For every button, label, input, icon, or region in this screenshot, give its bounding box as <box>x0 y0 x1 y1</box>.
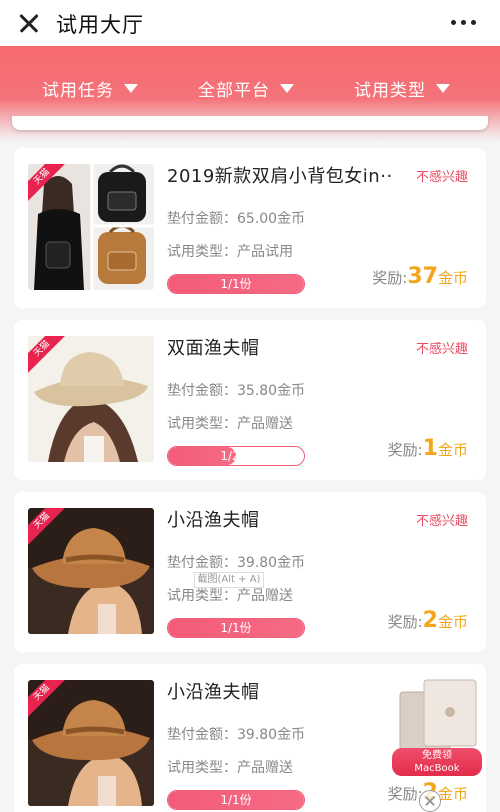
more-options-icon[interactable] <box>451 20 476 25</box>
page-title: 试用大厅 <box>56 13 144 37</box>
not-interested-link[interactable]: 不感兴趣 <box>416 166 468 185</box>
caret-down-icon <box>436 84 450 93</box>
product-title: 小沿渔夫帽 <box>167 682 260 703</box>
advance-amount: 垫付金额：39.80金币 <box>167 727 306 743</box>
trial-type: 试用类型：产品赠送 <box>167 760 293 776</box>
promo-close-icon[interactable] <box>419 790 441 812</box>
quota-progress-bar: 1/1份 <box>167 274 305 294</box>
product-image-bucket-hat: 天猫 <box>28 336 154 462</box>
filter-type-dropdown[interactable]: 试用类型 <box>354 76 450 101</box>
not-interested-link[interactable]: 不感兴趣 <box>416 338 468 357</box>
advance-amount: 垫付金额：39.80金币 <box>167 555 306 571</box>
filter-task-label: 试用任务 <box>42 81 114 101</box>
top-bar: 试用大厅 <box>0 0 500 46</box>
filter-task-dropdown[interactable]: 试用任务 <box>42 76 138 101</box>
product-card[interactable]: 天猫 2019新款双肩小背包女in·· 不感兴趣 垫付金额：65.00金币 试用… <box>14 148 486 308</box>
trial-type: 试用类型：产品试用 <box>167 244 293 260</box>
filter-type-label: 试用类型 <box>354 81 426 101</box>
product-title: 双面渔夫帽 <box>167 338 260 359</box>
quota-progress-bar: 1/2份 <box>167 446 305 466</box>
product-title: 2019新款双肩小背包女in·· <box>167 166 393 187</box>
free-macbook-promo-button[interactable]: 免费领 MacBook <box>392 748 482 776</box>
product-card[interactable]: 天猫 双面渔夫帽 不感兴趣 垫付金额：35.80金币 试用类型：产品赠送 1/2… <box>14 320 486 480</box>
advance-amount: 垫付金额：35.80金币 <box>167 383 306 399</box>
caret-down-icon <box>280 84 294 93</box>
reward: 奖励:37金币 <box>372 264 468 289</box>
trial-type: 试用类型：产品赠送 <box>167 588 293 604</box>
filter-panel-edge <box>12 116 488 130</box>
advance-amount: 垫付金额：65.00金币 <box>167 211 306 227</box>
reward: 奖励:1金币 <box>387 436 468 461</box>
caret-down-icon <box>124 84 138 93</box>
screenshot-tooltip: 截图(Alt + A) <box>194 572 264 588</box>
filter-platform-label: 全部平台 <box>198 81 270 101</box>
product-title: 小沿渔夫帽 <box>167 510 260 531</box>
product-image-backpack: 天猫 <box>28 164 154 290</box>
close-icon[interactable] <box>14 8 44 38</box>
quota-progress-bar: 1/1份 <box>167 790 305 810</box>
quota-progress-bar: 1/1份 <box>167 618 305 638</box>
trial-type: 试用类型：产品赠送 <box>167 416 293 432</box>
not-interested-link[interactable]: 不感兴趣 <box>416 510 468 529</box>
product-image-straw-hat: 天猫 <box>28 680 154 806</box>
product-image-straw-hat: 天猫 <box>28 508 154 634</box>
reward: 奖励:2金币 <box>387 608 468 633</box>
filter-platform-dropdown[interactable]: 全部平台 <box>198 76 294 101</box>
